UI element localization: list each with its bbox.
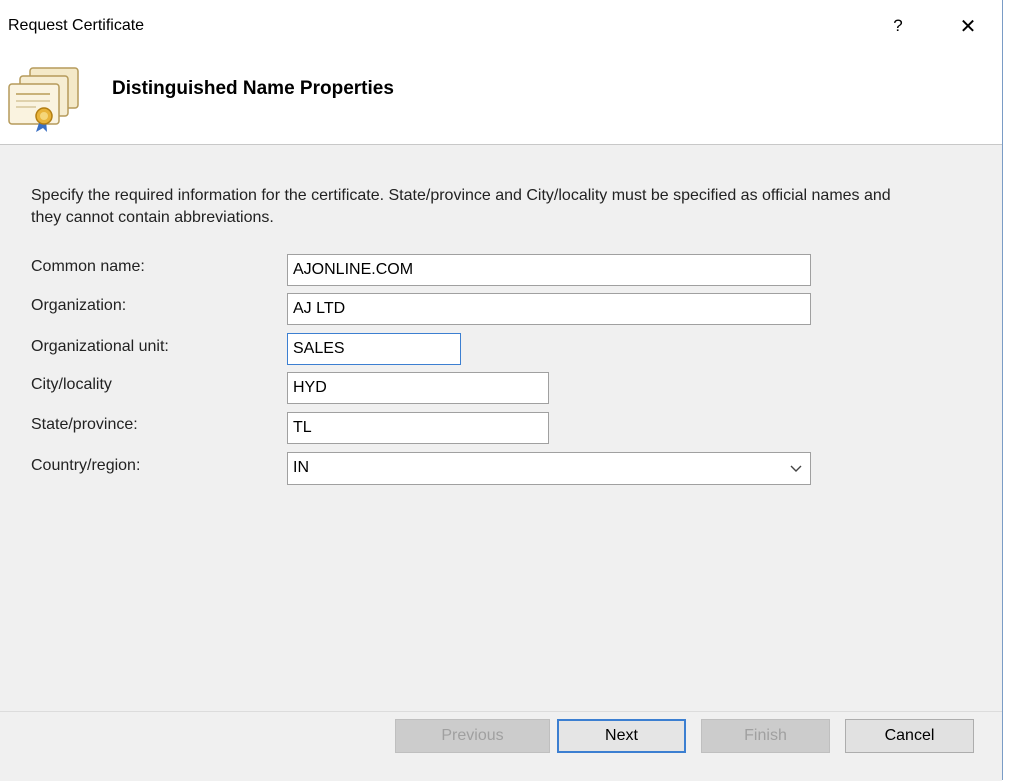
common-name-input[interactable] (287, 254, 811, 286)
finish-button[interactable]: Finish (701, 719, 830, 753)
country-selected-value: IN (293, 459, 309, 476)
certificate-icon (8, 67, 79, 132)
window-title: Request Certificate (8, 17, 145, 34)
background-window-edge (1003, 0, 1009, 780)
city-input[interactable] (287, 372, 549, 404)
chevron-down-icon (790, 465, 802, 472)
wizard-header: Distinguished Name Properties (0, 52, 1002, 145)
next-button[interactable]: Next (557, 719, 686, 753)
organization-label: Organization: (31, 297, 127, 314)
previous-button[interactable]: Previous (395, 719, 550, 753)
organization-input[interactable] (287, 293, 811, 325)
close-button[interactable]: ✕ (950, 10, 986, 42)
country-select[interactable]: IN (287, 452, 811, 485)
title-bar: Request Certificate ? ✕ (0, 0, 1002, 52)
request-certificate-dialog: Request Certificate ? ✕ Distinguished Na… (0, 0, 1003, 781)
instructions-text: Specify the required information for the… (31, 187, 891, 226)
close-icon: ✕ (959, 15, 977, 38)
page-title: Distinguished Name Properties (112, 78, 394, 99)
help-button[interactable]: ? (880, 10, 916, 42)
state-label: State/province: (31, 416, 138, 433)
content-area: Specify the required information for the… (0, 145, 1002, 711)
common-name-label: Common name: (31, 258, 145, 275)
city-label: City/locality (31, 376, 112, 393)
country-label: Country/region: (31, 457, 141, 474)
wizard-footer: Previous Next Finish Cancel (0, 711, 1002, 781)
organizational-unit-label: Organizational unit: (31, 338, 169, 355)
organizational-unit-input[interactable] (287, 333, 461, 365)
cancel-button[interactable]: Cancel (845, 719, 974, 753)
help-icon: ? (893, 16, 903, 35)
state-input[interactable] (287, 412, 549, 444)
